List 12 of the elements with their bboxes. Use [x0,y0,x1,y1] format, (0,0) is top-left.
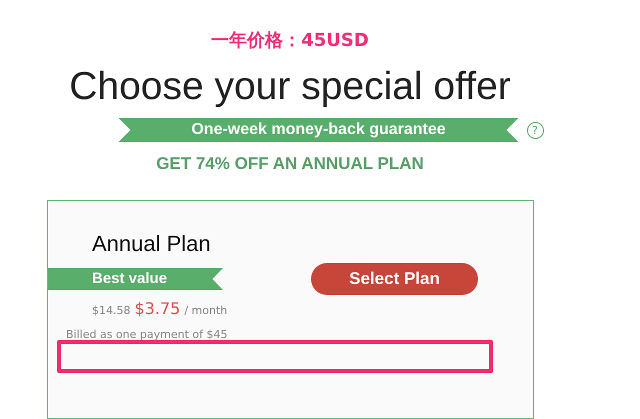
guarantee-ribbon: One-week money-back guarantee [118,118,518,142]
price-period: / month [184,304,228,317]
promo-text: GET 74% OFF AN ANNUAL PLAN [156,154,424,174]
annotation-text: 一年价格：45USD [211,30,369,52]
help-icon[interactable]: ? [526,122,544,138]
page-heading: Choose your special offer [69,64,511,110]
price: $3.75 [134,299,180,318]
old-price: $14.58 [92,304,130,317]
best-value-ribbon: Best value [48,268,223,290]
plan-name: Annual Plan [92,231,212,257]
billing-note: Billed as one payment of $45 [66,328,228,341]
select-plan-button[interactable]: Select Plan [311,263,478,295]
